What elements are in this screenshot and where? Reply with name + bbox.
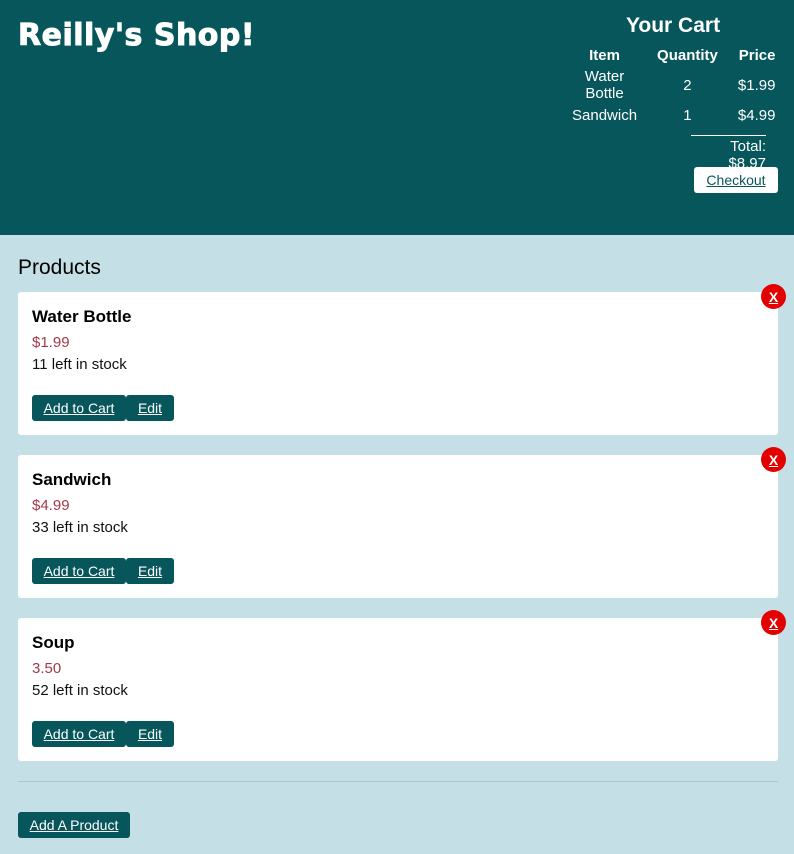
cart-item-name: Water Bottle (584, 68, 625, 102)
product-stock: 11 left in stock (32, 356, 127, 373)
product-price: $4.99 (32, 497, 70, 514)
cart-panel: Your Cart Item Quantity Price Water Bott… (538, 14, 778, 193)
delete-product-button[interactable]: X (761, 447, 786, 472)
cart-table: Item Quantity Price Water Bottle 2 $1.99… (562, 46, 787, 127)
edit-button[interactable]: Edit (126, 558, 174, 584)
add-to-cart-button[interactable]: Add to Cart (32, 721, 126, 747)
cart-item-quantity: 2 (683, 76, 692, 94)
cart-item-price: $4.99 (737, 107, 776, 124)
product-price: 3.50 (32, 660, 62, 677)
delete-product-button[interactable]: X (761, 284, 786, 309)
add-to-cart-button[interactable]: Add to Cart (32, 558, 126, 584)
cart-item-quantity: 1 (683, 107, 692, 124)
product-price: $1.99 (32, 334, 70, 351)
cart-row: Sandwich 1 $4.99 (562, 105, 787, 127)
cart-column-item: Item (589, 47, 620, 64)
cart-header-row: Item Quantity Price (562, 46, 787, 66)
add-product-button[interactable]: Add A Product (18, 812, 130, 838)
shop-title: Reilly's Shop! (17, 18, 256, 54)
cart-column-quantity: Quantity (657, 47, 718, 64)
checkout-button[interactable]: Checkout (694, 167, 778, 193)
header: Reilly's Shop! Your Cart Item Quantity P… (0, 0, 794, 235)
product-stock: 52 left in stock (32, 682, 128, 699)
cart-item-price: $1.99 (737, 76, 776, 94)
edit-button[interactable]: Edit (126, 395, 174, 421)
cart-column-price: Price (738, 47, 776, 64)
cart-item-name: Sandwich (572, 107, 638, 124)
product-card: Water Bottle $1.99 11 left in stock Add … (18, 284, 786, 435)
product-card: Soup 3.50 52 left in stock Add to Cart E… (18, 610, 786, 761)
cart-title: Your Cart (625, 14, 721, 37)
add-to-cart-button[interactable]: Add to Cart (32, 395, 126, 421)
edit-button[interactable]: Edit (126, 721, 174, 747)
delete-product-button[interactable]: X (761, 610, 786, 635)
product-name: Water Bottle (32, 307, 132, 326)
divider (18, 781, 778, 782)
products-heading: Products (18, 256, 101, 279)
product-stock: 33 left in stock (32, 519, 128, 536)
cart-row: Water Bottle 2 $1.99 (562, 66, 787, 105)
product-name: Soup (32, 633, 75, 652)
product-card: Sandwich $4.99 33 left in stock Add to C… (18, 447, 786, 598)
product-name: Sandwich (32, 470, 112, 489)
